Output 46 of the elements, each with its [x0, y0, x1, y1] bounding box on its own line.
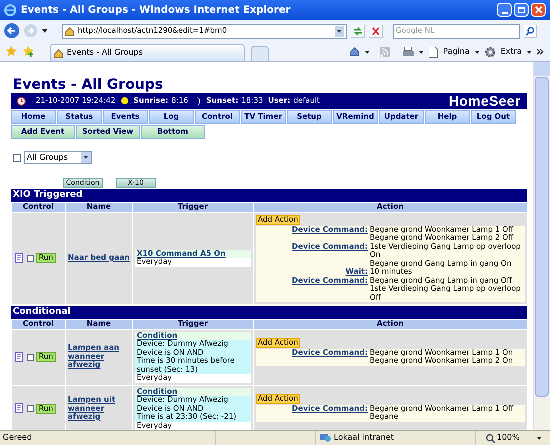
tools-menu[interactable]: Extra	[500, 46, 522, 58]
zoom-icon[interactable]	[486, 434, 495, 442]
maximize-button[interactable]	[514, 3, 529, 17]
close-button[interactable]	[531, 3, 546, 17]
gear-icon	[484, 46, 496, 58]
overflow-chevron-icon[interactable]	[537, 49, 544, 55]
add-favorite-star-icon[interactable]	[23, 46, 34, 57]
dropdown-arrow-icon[interactable]	[365, 50, 370, 54]
window-title: Events - All Groups - Windows Internet Explorer	[21, 4, 291, 18]
dropdown-arrow-icon[interactable]	[42, 29, 48, 33]
dropdown-arrow-icon[interactable]	[474, 50, 480, 54]
browser-logo-icon	[4, 4, 17, 16]
browser-tab[interactable]: Events - All Groups	[50, 44, 245, 61]
security-zone: Lokaal intranet	[334, 432, 394, 444]
sun-icon	[120, 97, 129, 105]
group-checkbox[interactable]	[13, 154, 21, 162]
print-icon[interactable]	[403, 47, 414, 57]
moon-icon	[195, 96, 202, 106]
back-icon[interactable]	[4, 23, 20, 39]
zoom-level[interactable]: 100%	[497, 432, 520, 444]
event-checkbox[interactable]	[27, 405, 34, 412]
search-icon[interactable]	[524, 24, 537, 38]
section-header: XIO Triggered	[11, 189, 527, 202]
dropdown-arrow-icon[interactable]	[419, 50, 424, 54]
scrollbar[interactable]	[533, 62, 550, 430]
home-icon[interactable]	[350, 47, 360, 57]
event-checkbox[interactable]	[27, 354, 34, 360]
dropdown-arrow-icon[interactable]	[527, 50, 532, 54]
minimize-button[interactable]	[497, 3, 512, 17]
edit-notepad-icon[interactable]	[15, 352, 25, 362]
page-title: Events - All Groups	[13, 77, 164, 93]
page-menu[interactable]: Pagina	[443, 46, 470, 58]
page-menu-icon	[429, 46, 438, 58]
dropdown-arrow-icon[interactable]	[537, 436, 542, 440]
event-checkbox[interactable]	[27, 254, 34, 262]
edit-notepad-icon[interactable]	[15, 403, 25, 414]
refresh-icon[interactable]	[351, 24, 365, 38]
group-dropdown[interactable]: All Groups	[24, 151, 92, 164]
edit-notepad-icon[interactable]	[15, 252, 25, 264]
stop-icon[interactable]	[369, 24, 383, 38]
clock-icon	[17, 96, 26, 106]
logo: HomeSeer	[448, 92, 521, 110]
close-icon	[534, 6, 542, 14]
favorites-star-icon[interactable]	[6, 46, 17, 57]
section-header: Conditional	[11, 306, 527, 319]
status-text: Gereed	[2, 432, 34, 444]
